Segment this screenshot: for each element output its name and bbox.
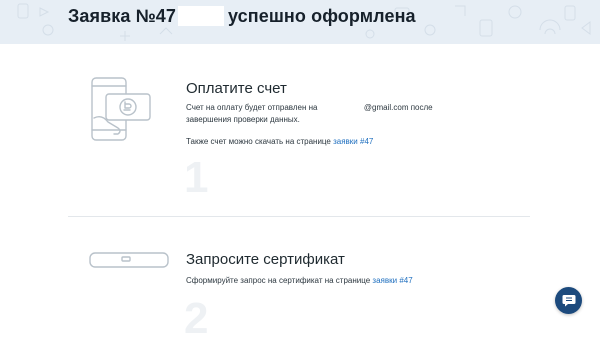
step-title: Оплатите счет — [186, 80, 287, 97]
page-header: Заявка №47 успешно оформлена — [0, 0, 600, 44]
download-note-prefix: Также счет можно скачать на странице — [186, 137, 331, 146]
step-description-prefix: Сформируйте запрос на сертификат на стра… — [186, 276, 371, 285]
redacted-block — [177, 6, 224, 26]
step-title: Запросите сертификат — [186, 251, 345, 268]
redacted-block — [319, 102, 362, 112]
step-description: Сформируйте запрос на сертификат на стра… — [186, 275, 506, 287]
chat-button[interactable] — [555, 287, 582, 314]
order-link[interactable]: заявки #47 — [372, 276, 412, 285]
page-title-status: успешно оформлена — [227, 6, 416, 26]
step-description-line2: завершения проверки данных. — [186, 115, 300, 124]
phone-payment-icon — [91, 77, 151, 141]
usb-token-icon — [89, 252, 169, 268]
step-request-certificate: Запросите сертификат Сформируйте запрос … — [0, 217, 600, 341]
step-description: Счет на оплату будет отправлен на @gmail… — [186, 102, 446, 126]
download-note: Также счет можно скачать на странице зая… — [186, 136, 486, 148]
page-title-number: Заявка №47 — [68, 6, 176, 26]
step-number: 1 — [184, 153, 209, 202]
chat-icon — [562, 295, 575, 307]
email-suffix: @gmail.com после — [363, 103, 433, 112]
order-link[interactable]: заявки #47 — [333, 137, 373, 146]
step-pay-invoice: Оплатите счет Счет на оплату будет отпра… — [0, 44, 600, 216]
page-title: Заявка №47 успешно оформлена — [68, 6, 416, 27]
step-description-prefix: Счет на оплату будет отправлен на — [186, 103, 318, 112]
step-number: 2 — [184, 294, 209, 343]
